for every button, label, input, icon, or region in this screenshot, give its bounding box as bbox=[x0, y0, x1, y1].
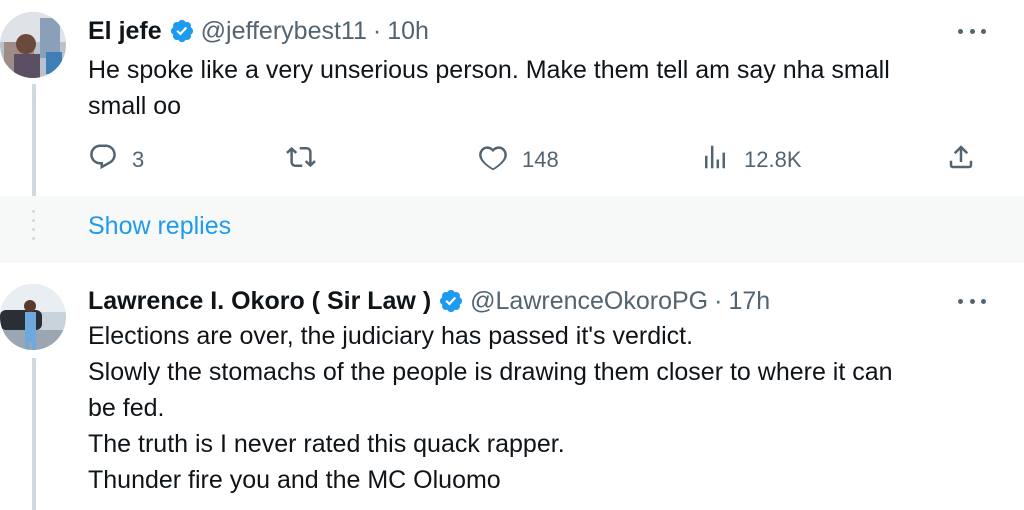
display-name[interactable]: Lawrence I. Okoro ( Sir Law ) bbox=[88, 287, 431, 316]
share-icon bbox=[946, 142, 976, 178]
views-button[interactable]: 12.8K bbox=[700, 142, 802, 178]
text-line: Slowly the stomachs of the people is dra… bbox=[88, 358, 893, 386]
like-icon bbox=[478, 142, 508, 178]
thread-dots bbox=[32, 210, 36, 240]
reply-count: 3 bbox=[132, 147, 145, 172]
reply-icon bbox=[88, 142, 118, 178]
avatar[interactable] bbox=[0, 12, 66, 78]
show-replies-row[interactable]: Show replies bbox=[0, 196, 1024, 262]
display-name[interactable]: El jefe bbox=[88, 17, 162, 46]
more-icon[interactable] bbox=[958, 27, 986, 35]
reply-button[interactable]: 3 bbox=[88, 142, 144, 178]
tweet-header: El jefe @jefferybest11 · 10h bbox=[88, 14, 429, 48]
handle[interactable]: @LawrenceOkoroPG bbox=[470, 287, 708, 316]
avatar[interactable] bbox=[0, 284, 66, 350]
verified-badge-icon bbox=[438, 288, 464, 314]
like-button[interactable]: 148 bbox=[478, 142, 559, 178]
timestamp[interactable]: 17h bbox=[728, 287, 770, 316]
handle[interactable]: @jefferybest11 bbox=[201, 17, 367, 46]
verified-badge-icon bbox=[169, 18, 195, 44]
separator: · bbox=[372, 16, 382, 45]
share-button[interactable] bbox=[946, 142, 976, 178]
thread-line bbox=[32, 84, 36, 196]
retweet-button[interactable] bbox=[286, 142, 316, 178]
text-line: be fed. bbox=[88, 394, 165, 422]
timestamp[interactable]: 10h bbox=[387, 17, 429, 46]
like-count: 148 bbox=[522, 147, 559, 172]
text-line: Thunder fire you and the MC Oluomo bbox=[88, 466, 501, 494]
text-line: The truth is I never rated this quack ra… bbox=[88, 430, 565, 458]
text-line: small oo bbox=[88, 92, 182, 120]
tweet-text: Elections are over, the judiciary has pa… bbox=[88, 318, 893, 498]
tweet-header: Lawrence I. Okoro ( Sir Law ) @LawrenceO… bbox=[88, 284, 770, 318]
more-icon[interactable] bbox=[958, 297, 986, 305]
views-icon bbox=[700, 142, 730, 178]
views-count: 12.8K bbox=[744, 147, 802, 172]
show-replies-link[interactable]: Show replies bbox=[88, 212, 231, 241]
tweet[interactable]: El jefe @jefferybest11 · 10h He spoke li… bbox=[0, 0, 1024, 196]
tweet-text: He spoke like a very unserious person. M… bbox=[88, 52, 890, 124]
retweet-icon bbox=[286, 142, 316, 178]
text-line: He spoke like a very unserious person. M… bbox=[88, 56, 890, 84]
thread-line bbox=[32, 358, 36, 510]
text-line: Elections are over, the judiciary has pa… bbox=[88, 322, 694, 350]
action-bar: 3 148 12.8K bbox=[88, 142, 983, 178]
separator: · bbox=[714, 286, 723, 315]
